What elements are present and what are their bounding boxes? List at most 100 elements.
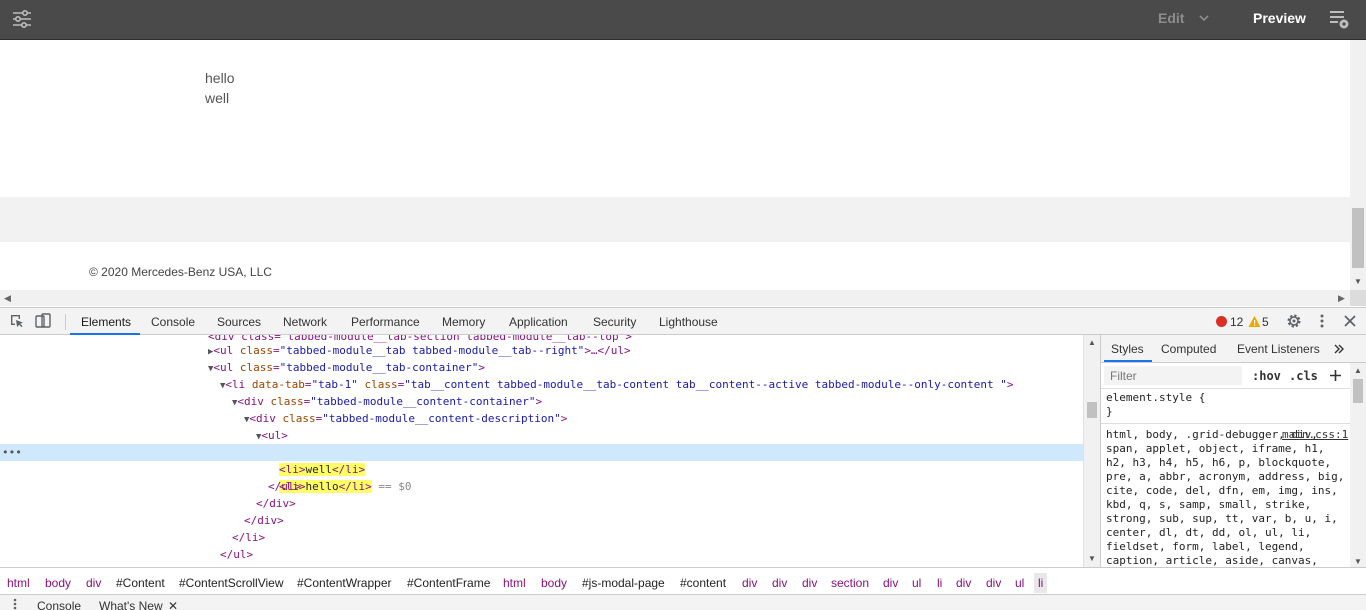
tab-elements[interactable]: Elements [81,315,131,329]
device-toolbar-icon[interactable] [35,313,51,329]
attr-name: class [270,395,304,408]
sliders-icon[interactable] [12,9,32,29]
tab-performance[interactable]: Performance [351,315,420,329]
more-vert-icon[interactable] [1314,313,1330,329]
breadcrumb-item[interactable]: li [937,576,942,590]
elements-dom-tree[interactable]: <div class="tabbed-module__tab-section t… [0,335,1083,567]
breadcrumb-item[interactable]: div [86,576,101,590]
dom-node[interactable]: ▼<ul> [0,427,1083,444]
breadcrumb-item[interactable]: div [883,576,898,590]
error-count[interactable]: 12 [1230,315,1243,329]
tab-styles[interactable]: Styles [1111,342,1144,356]
class-toggle[interactable]: .cls [1289,369,1318,383]
tree-vertical-scrollbar[interactable]: ▲ ▼ [1083,335,1100,567]
dom-node[interactable]: </li> [0,529,1083,546]
dom-node[interactable]: ▼<ul class="tabbed-module__tab-container… [0,359,1083,376]
scroll-down-arrow-icon[interactable]: ▼ [1354,277,1362,286]
drawer-menu-icon[interactable] [13,598,17,610]
list-item: hello [205,70,235,86]
breadcrumb-item[interactable]: html [7,576,30,590]
breadcrumb-item[interactable]: html [503,576,526,590]
tag-text: </div> [256,497,296,510]
page-vertical-scrollbar[interactable]: ▼ [1350,40,1366,290]
breadcrumb-item[interactable]: div [742,576,757,590]
hover-state-toggle[interactable]: :hov [1252,369,1281,383]
rule-close: } [1106,405,1113,418]
breadcrumb-item[interactable]: div [986,576,1001,590]
scroll-right-arrow-icon[interactable]: ▶ [1338,293,1345,304]
chevron-down-icon[interactable] [1198,12,1210,24]
devtools-drawer: Console What's New ✕ [0,594,1366,610]
main-css-rule-selector[interactable]: html, body, .grid-debugger, div, span, a… [1106,428,1351,567]
chevron-double-right-icon[interactable] [1333,343,1345,355]
breadcrumb-item[interactable]: #ContentScrollView [179,576,284,590]
dom-node[interactable]: </div> [0,512,1083,529]
styles-vertical-scrollbar[interactable]: ▲ ▼ [1350,363,1366,567]
tab-network[interactable]: Network [283,315,327,329]
tag-text: <li> [279,463,306,476]
editor-toolbar: Edit Preview [0,0,1366,40]
dom-node[interactable]: </ul> [0,546,1083,563]
styles-filter-input[interactable] [1104,366,1242,385]
breadcrumb-item[interactable]: section [831,576,869,590]
tab-memory[interactable]: Memory [442,315,485,329]
scrollbar-thumb[interactable] [1353,379,1363,403]
close-icon[interactable]: ✕ [168,599,178,610]
breadcrumb-item-current[interactable]: li [1034,573,1048,593]
dom-node[interactable]: ▼<li data-tab="tab-1" class="tab__conten… [0,376,1083,393]
attr-value: "tab-1" [311,378,358,391]
inspect-element-icon[interactable] [9,313,25,329]
breadcrumb-item[interactable]: #Content [116,576,165,590]
dom-node[interactable]: ▼<div class="tabbed-module__content-cont… [0,393,1083,410]
scrollbar-thumb[interactable] [1352,208,1364,268]
element-style-rule[interactable]: element.style { } [1106,391,1205,419]
preview-button[interactable]: Preview [1253,10,1306,26]
warning-icon[interactable] [1248,315,1261,328]
tab-security[interactable]: Security [593,315,636,329]
scroll-left-arrow-icon[interactable]: ◀ [4,293,11,304]
dom-node[interactable]: </div> [0,495,1083,512]
breadcrumb-item[interactable]: ul [912,576,921,590]
breadcrumb-item[interactable]: ul [1015,576,1024,590]
warning-count[interactable]: 5 [1262,315,1269,329]
scrollbar-thumb[interactable] [1087,402,1097,418]
dom-node[interactable]: <li>well</li> [0,461,1083,478]
tab-event-listeners[interactable]: Event Listeners [1237,342,1320,356]
drawer-tab-whats-new[interactable]: What's New [99,599,163,610]
breadcrumb-item[interactable]: body [45,576,71,590]
edit-mode-button[interactable]: Edit [1158,10,1184,26]
tab-lighthouse[interactable]: Lighthouse [659,315,718,329]
settings-gear-icon[interactable] [1286,313,1302,329]
breadcrumb-item[interactable]: div [772,576,787,590]
page-properties-icon[interactable] [1328,8,1350,30]
tab-computed[interactable]: Computed [1161,342,1216,356]
breadcrumb-item[interactable]: #js-modal-page [582,576,665,590]
more-horiz-icon[interactable]: ••• [2,444,22,461]
breadcrumb-item[interactable]: #content [680,576,726,590]
breadcrumb-item[interactable]: div [802,576,817,590]
dom-node-selected[interactable]: ••• <li>hello</li> == $0 [0,444,1083,493]
scroll-up-arrow-icon[interactable]: ▲ [1354,366,1362,375]
tab-application[interactable]: Application [509,315,568,329]
add-rule-icon[interactable] [1329,369,1342,382]
page-horizontal-scrollbar[interactable]: ◀ ▶ [0,290,1350,306]
scroll-up-arrow-icon[interactable]: ▲ [1088,338,1096,347]
attr-value: "tabbed-module__content-container" [310,395,536,408]
breadcrumb-item[interactable]: #ContentWrapper [297,576,392,590]
dom-node[interactable]: ▼<div class="tabbed-module__content-desc… [0,410,1083,427]
toolbar-divider [65,314,66,330]
error-icon[interactable] [1216,316,1227,327]
dom-node[interactable]: </ul> [0,478,1083,495]
scroll-down-arrow-icon[interactable]: ▼ [1088,554,1096,563]
tab-sources[interactable]: Sources [217,315,261,329]
stylesheet-source-link[interactable]: main.css:1 [1282,428,1348,441]
tab-console[interactable]: Console [151,315,195,329]
breadcrumb-item[interactable]: #ContentFrame [407,576,490,590]
breadcrumb-item[interactable]: div [956,576,971,590]
close-icon[interactable] [1342,313,1358,329]
scroll-down-arrow-icon[interactable]: ▼ [1354,557,1362,566]
drawer-tab-console[interactable]: Console [37,599,81,610]
tag-text: <ul> [261,429,288,442]
dom-node[interactable]: ▶<ul class="tabbed-module__tab tabbed-mo… [0,342,1083,359]
breadcrumb-item[interactable]: body [541,576,567,590]
